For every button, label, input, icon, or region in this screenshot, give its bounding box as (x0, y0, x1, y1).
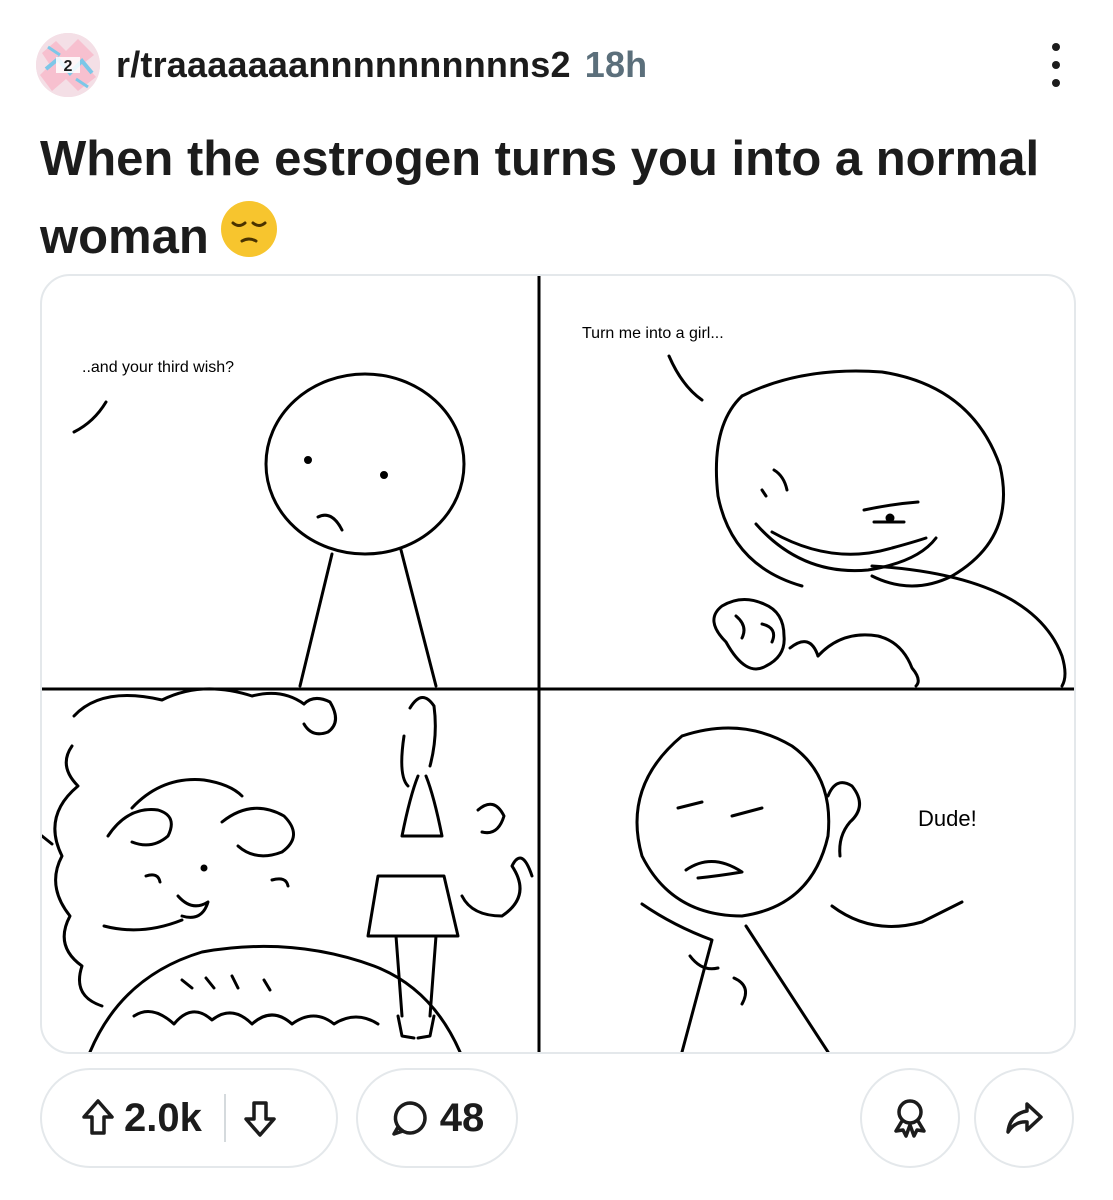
comment-icon (390, 1098, 430, 1138)
award-button[interactable] (860, 1068, 960, 1168)
comment-count: 48 (439, 1095, 485, 1140)
share-button[interactable] (974, 1068, 1074, 1168)
comic-image[interactable]: ..and your third wish? Turn me into a gi… (40, 274, 1076, 1054)
arrow-up-icon[interactable] (80, 1097, 116, 1139)
comments-button[interactable]: 48 (356, 1068, 518, 1168)
panel-3-drawing (42, 687, 534, 1052)
subreddit-info: r/traaaaaaannnnnnnnnns2 18h (116, 44, 647, 86)
post-header: 2 r/traaaaaaannnnnnnnnns2 18h (36, 30, 1076, 100)
post-title[interactable]: When the estrogen turns you into a norma… (40, 120, 1060, 282)
share-icon (1003, 1098, 1045, 1138)
award-icon (890, 1097, 930, 1139)
subreddit-name[interactable]: r/traaaaaaannnnnnnnnns2 (116, 44, 571, 85)
avatar-label: 2 (64, 58, 73, 75)
panel-2-figure (667, 354, 1067, 688)
more-vertical-icon[interactable] (1036, 40, 1076, 90)
panel-4-figure (635, 726, 964, 1052)
panel-2-speech: Turn me into a girl... (582, 325, 724, 342)
panel-4-speech: Dude! (918, 806, 977, 831)
subreddit-avatar[interactable]: 2 (36, 33, 100, 97)
panel-1-figure (72, 372, 466, 688)
pensive-face-emoji (219, 199, 279, 282)
post-age: 18h (584, 44, 648, 85)
upvote-count: 2.0k (124, 1095, 202, 1140)
panel-1-speech: ..and your third wish? (82, 359, 234, 376)
vote-divider (223, 1094, 226, 1142)
arrow-down-icon[interactable] (242, 1097, 278, 1139)
vote-bar: 2.0k (40, 1068, 338, 1168)
post-title-text: When the estrogen turns you into a norma… (40, 132, 1040, 264)
